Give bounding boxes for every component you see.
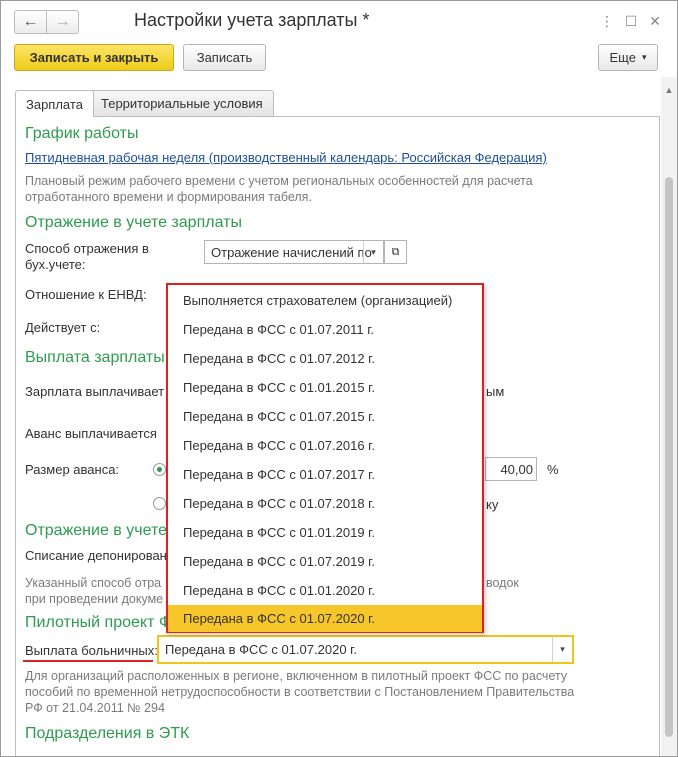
save-and-close-button[interactable]: Записать и закрыть (14, 44, 174, 71)
maximize-icon[interactable]: ☐ (623, 13, 639, 29)
popup-option[interactable]: Передана в ФСС с 01.01.2019 г. (168, 518, 482, 547)
departments-heading: Подразделения в ЭТК (25, 725, 190, 742)
salary-paid-label: Зарплата выплачивает (25, 384, 165, 399)
sick-pay-value: Передана в ФСС с 01.07.2020 г. (165, 642, 357, 657)
popup-option[interactable]: Передана в ФСС с 01.07.2015 г. (168, 402, 482, 431)
percent-sign: % (547, 462, 559, 477)
sick-pay-label-underline (23, 660, 153, 662)
popup-option[interactable]: Передана в ФСС с 01.07.2016 г. (168, 431, 482, 460)
vertical-scrollbar[interactable]: ▲ (661, 77, 677, 756)
accounting-method-value: Отражение начислений по (211, 244, 372, 260)
deposit-hint-tail: водок (486, 576, 519, 590)
kebab-menu-icon[interactable]: ⋮ (599, 13, 615, 29)
schedule-hint-line1: Плановый режим рабочего времени с учетом… (25, 174, 533, 188)
chevron-down-icon: ▾ (641, 52, 647, 62)
deposit-writeoff-label: Списание депонирован (25, 548, 167, 563)
sick-pay-field[interactable]: Передана в ФСС с 01.07.2020 г. ▾ (157, 635, 574, 664)
tab-territorial-conditions[interactable]: Территориальные условия (90, 90, 274, 116)
popup-option[interactable]: Передана в ФСС с 01.07.2017 г. (168, 460, 482, 489)
advance-tail: ку (486, 497, 499, 512)
scroll-up-icon[interactable]: ▲ (664, 85, 674, 95)
back-arrow-icon[interactable]: ← (14, 10, 47, 34)
sick-pay-options-popup: Выполняется страхователем (организацией)… (166, 283, 484, 633)
deposit-hint-line1: Указанный способ отра (25, 576, 162, 590)
deposit-heading: Отражение в учете (25, 522, 167, 539)
popup-option[interactable]: Передана в ФСС с 01.01.2015 г. (168, 373, 482, 402)
title-bar: ← → Настройки учета зарплаты * ⋮ ☐ ✕ (1, 1, 677, 43)
deposit-hint-line2: при проведении докуме (25, 592, 164, 606)
scrollbar-thumb[interactable] (665, 177, 673, 737)
salary-paid-tail: ым (486, 384, 505, 399)
more-button[interactable]: Еще ▾ (598, 44, 658, 71)
schedule-heading: График работы (25, 125, 139, 142)
work-schedule-link[interactable]: Пятидневная рабочая неделя (производстве… (25, 150, 547, 165)
advance-percent-radio[interactable] (153, 463, 166, 476)
popup-option-selected[interactable]: Передана в ФСС с 01.07.2020 г. (168, 605, 482, 632)
pilot-hint-line3: РФ от 21.04.2011 № 294 (25, 701, 165, 715)
schedule-hint-line2: отработанного времени и формирования таб… (25, 190, 312, 204)
forward-arrow-icon[interactable]: → (46, 10, 79, 34)
window-title: Настройки учета зарплаты * (134, 10, 370, 30)
envd-label: Отношение к ЕНВД: (25, 287, 147, 302)
popup-option[interactable]: Передана в ФСС с 01.07.2011 г. (168, 315, 482, 344)
valid-from-label: Действует с: (25, 320, 101, 335)
advance-size-label: Размер аванса: (25, 462, 120, 477)
open-icon[interactable]: ⧉ (384, 240, 407, 264)
chevron-down-icon[interactable]: ▾ (552, 637, 572, 662)
popup-option[interactable]: Передана в ФСС с 01.07.2012 г. (168, 344, 482, 373)
tab-salary[interactable]: Зарплата (15, 90, 94, 117)
payment-heading: Выплата зарплаты (25, 349, 165, 366)
accounting-method-label-line1: Способ отражения в (25, 241, 149, 256)
advance-percent-input[interactable]: 40,00 (485, 457, 537, 481)
popup-option[interactable]: Передана в ФСС с 01.07.2018 г. (168, 489, 482, 518)
advance-paid-label: Аванс выплачивается (25, 426, 157, 441)
sick-pay-label: Выплата больничных: (25, 643, 158, 658)
popup-option[interactable]: Выполняется страхователем (организацией) (168, 286, 482, 315)
more-button-label: Еще (609, 50, 636, 65)
accounting-method-field[interactable]: Отражение начислений по ▾ (204, 240, 384, 264)
save-button[interactable]: Записать (183, 44, 266, 71)
pilot-hint-line1: Для организаций расположенных в регионе,… (25, 669, 568, 683)
popup-option[interactable]: Передана в ФСС с 01.07.2019 г. (168, 547, 482, 576)
close-icon[interactable]: ✕ (647, 13, 663, 29)
pilot-hint-line2: пособий по временной нетрудоспособности … (25, 685, 575, 699)
popup-option[interactable]: Передана в ФСС с 01.01.2020 г. (168, 576, 482, 605)
accounting-heading: Отражение в учете зарплаты (25, 214, 242, 231)
advance-fixed-radio[interactable] (153, 497, 166, 510)
accounting-method-label-line2: бух.учете: (25, 257, 86, 272)
pilot-heading: Пилотный проект Ф (25, 614, 172, 631)
chevron-down-icon[interactable]: ▾ (363, 241, 383, 263)
